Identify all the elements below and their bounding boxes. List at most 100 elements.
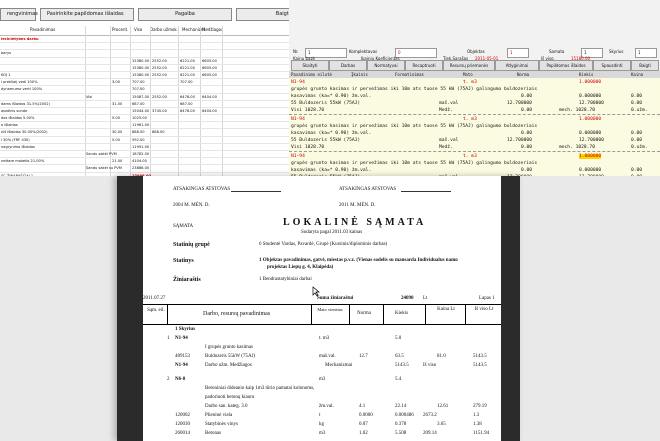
- estimate-row[interactable]: grupės grunto kasimas ir pervežimas iki …: [289, 124, 660, 130]
- estimate-row[interactable]: 55 Buldozeris 55kW (75AJ) maš.val 12.70000…: [289, 138, 660, 144]
- estimate-row[interactable]: grupės grunto kasimas ir pervežimas iki …: [289, 161, 660, 167]
- table-row[interactable]: Sandu sakėl PVM 18782.00: [0, 151, 289, 159]
- est-cell-name: grupės grunto kasimas ir pervežimas iki …: [291, 87, 538, 92]
- cell-name: l 30% (FRF 430): [1, 137, 30, 142]
- table-row[interactable]: i prekliaij vedi 100% 3.00 707.00 707.00: [0, 79, 289, 87]
- row-description: I grupės grunto kasimas: [205, 345, 253, 350]
- building-group-label: Statinių grupė: [173, 242, 210, 248]
- table-row[interactable]: dos išlaidos 5.00% 5.00 1025.00: [0, 115, 289, 123]
- table-row[interactable]: Visi 15087.00 2552.00 6478.00 6404.00: [0, 94, 289, 101]
- toolbar-button-extra-costs[interactable]: Pasirinkite papildomas išlaidas: [40, 8, 134, 21]
- table-row[interactable]: [0, 43, 289, 51]
- table-row[interactable]: dams išlaidos 31.5%(2002) 31.50 687.00 687.…: [0, 101, 289, 108]
- toolbar-button-help[interactable]: Pagalba: [138, 8, 232, 21]
- document-row: 120030 Statybinės vinys kg 0.07 0.378 3.65 1.3…: [143, 422, 501, 430]
- row-code: N1-94: [175, 336, 188, 341]
- est-cell-norm: 0.00: [521, 94, 533, 99]
- table-row[interactable]: Sandu sakėl su PVM 23886.00: [0, 165, 289, 173]
- est-cell-norm: 0.00: [521, 108, 533, 113]
- cell-darbo: 2552.00: [152, 65, 167, 70]
- cell-name: nagrynimo išlaidos: [1, 144, 35, 149]
- right-representative-label: ATSAKINGAS ATSTOVAS: [339, 187, 397, 192]
- left-date-line: 2004 M. MĖN. D.: [173, 203, 210, 208]
- tab-darbas[interactable]: Darbas: [329, 60, 367, 71]
- est-col-name: Pavadinimo eilutė: [291, 72, 332, 77]
- document-title: LOKALINĖ SĄMATA: [283, 217, 427, 228]
- cell-mech: 687.00: [180, 101, 193, 106]
- tab-extra-costs[interactable]: Papildomos išlaidos: [539, 60, 593, 71]
- estimate-row[interactable]: N1-94 t. m3 1.000000: [289, 117, 660, 123]
- th-unit: Mato vienetas: [317, 307, 343, 312]
- estimate-row[interactable]: kasavimas (ka=* 0.90) žm.val. 0.00 0.00000…: [289, 131, 660, 137]
- table-row[interactable]: apatinis sunde 15044.00 3745.00 6478.00 6404…: [0, 108, 289, 116]
- tab-skaityti[interactable]: Skaityti: [291, 60, 329, 71]
- cell-name: nettare moketis 21.00%: [1, 159, 45, 164]
- table-row[interactable]: o išlaidos 11961.00: [0, 122, 289, 130]
- cell-darbo: 2552.00: [152, 58, 167, 63]
- estimate-row[interactable]: N1-94 t. m3 1.000000: [289, 80, 660, 86]
- cell-mech: 6221.00: [180, 72, 195, 77]
- estimate-rows: N1-94 t. m3 1.000000 grupės grunto kasimas …: [289, 78, 660, 176]
- tab-recaptruoti[interactable]: Recaptruoti: [405, 60, 443, 71]
- est-cell-name: N1-94: [291, 117, 305, 122]
- estimate-row[interactable]: grupės grunto kasimas ir pervežimas iki …: [289, 87, 660, 93]
- building-value: 1 Objektas pavadinimas, gatvė, miestas p…: [259, 258, 458, 263]
- table-row[interactable]: nagrynimo išlaidos 11991.00: [0, 144, 289, 151]
- estimate-row[interactable]: kasavimas (ka=* 0.90) žm.val. 0.00 0.00000…: [289, 168, 660, 174]
- est-cell-quantity: 1.000000: [579, 80, 602, 85]
- toolbar-button-rengvinimas[interactable]: rengvinimas: [0, 8, 38, 21]
- cell-medz: 6605.00: [202, 72, 217, 77]
- est-cell-unit: t. m3: [463, 117, 477, 122]
- row-price: 209.14: [423, 431, 437, 436]
- sum-value: 24090: [401, 296, 414, 301]
- est-cell-name: kasavimas (ka=* 0.90) žm.val.: [291, 131, 372, 136]
- tab-wages[interactable]: Atlyginimai: [495, 60, 539, 71]
- estimate-row[interactable]: 55 Buldozeris 55kW (75AJ) maš.val 12.70000…: [289, 101, 660, 107]
- toolbar-button-finish[interactable]: Baigti: [236, 8, 289, 21]
- est-col-norm: Norma: [517, 72, 530, 77]
- est-col-format: Formatinimas: [395, 72, 424, 77]
- estimate-tab-bar: Skaityti Darbas Normatyvai Recaptruoti R…: [289, 60, 660, 71]
- est-cell-name: grupės grunto kasimas ir pervežimas iki …: [291, 161, 538, 166]
- row-quantity: 5143.5: [395, 363, 409, 368]
- spreadsheet-toolbar: rengvinimas Pasirinkite papildomas išlai…: [0, 8, 289, 21]
- est-cell-cost: 0.00: [631, 131, 643, 136]
- row-unit: maš.val.: [319, 354, 336, 359]
- cell-name: barys: [1, 51, 11, 56]
- table-row[interactable]: iecinietybes darbu: [0, 36, 289, 44]
- table-row[interactable]: l 30% (FRF 430) 5.00 592.00: [0, 137, 289, 144]
- tab-finish[interactable]: Baigti: [631, 60, 659, 71]
- table-row[interactable]: dynamumo verti 100% 707.00: [0, 86, 289, 94]
- row-total: 5143.5: [473, 354, 487, 359]
- tab-print[interactable]: Spausdinti: [593, 60, 631, 71]
- row-description: Plieninė viela: [205, 413, 233, 418]
- table-col-divider: [383, 304, 384, 324]
- row-description: padoriuoti betonų kiauru: [205, 395, 255, 400]
- section-heading: 1 Skyrius: [175, 327, 196, 332]
- estimate-row[interactable]: kasavimas (ka=* 0.90) žm.val. 0.00 0.00000…: [289, 94, 660, 100]
- cell-viso: 15380.00: [132, 58, 150, 63]
- table-row[interactable]: nettare moketis 21.00% 21.00 4104.00: [0, 158, 289, 166]
- est-cell-unit: t. m3: [463, 154, 477, 159]
- cell-mech: 6478.00: [180, 108, 195, 113]
- table-col-divider: [425, 304, 426, 324]
- row-norm: Mechanizmai: [325, 363, 353, 368]
- est-cell-unit: maš.val: [439, 138, 459, 143]
- row-unit: žm.val.: [319, 404, 334, 409]
- table-row[interactable]: KOJ 1 15380.00 2552.00 6221.00 6605.00: [0, 72, 289, 80]
- table-row[interactable]: 15380.00 2552.00 6221.00 6605.00: [0, 65, 289, 72]
- table-row[interactable]: 15380.00 2552.00 6221.00 6605.00: [0, 58, 289, 65]
- tab-normatyvai[interactable]: Normatyvai: [367, 60, 405, 71]
- page-label: Lapas 1: [479, 296, 495, 301]
- row-price: 2673.2: [423, 413, 437, 418]
- cell-proc: 5.00: [112, 137, 121, 142]
- table-row[interactable]: niš išlaidos 30.00%(2002) 30.00 888.00 888.…: [0, 129, 289, 137]
- estimate-row[interactable]: N1-94 t. m3 1.000000: [289, 154, 660, 160]
- est-cell-cost: 0.užm.: [631, 145, 648, 150]
- right-date-line: 2011 M. MĖN. D.: [339, 203, 376, 208]
- table-row[interactable]: barys: [0, 50, 289, 58]
- row-code: 260014: [175, 431, 190, 436]
- signature-line: [231, 191, 281, 192]
- cell-name: iecinietybes darbu: [1, 37, 39, 41]
- tab-resources[interactable]: Resursų priemonės: [443, 60, 495, 71]
